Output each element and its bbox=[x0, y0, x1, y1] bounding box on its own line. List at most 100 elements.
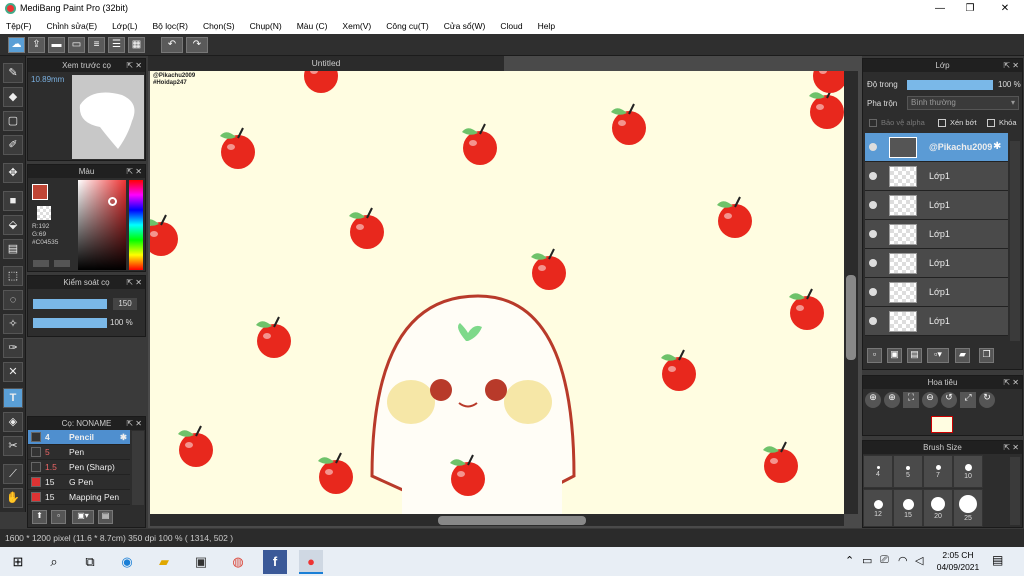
facebook-icon[interactable]: f bbox=[263, 550, 287, 574]
visibility-icon[interactable] bbox=[869, 288, 877, 296]
hand-tool-icon[interactable]: ✋ bbox=[3, 488, 23, 508]
brush-size-option[interactable]: 10 bbox=[953, 455, 983, 488]
text-tool-icon[interactable]: T bbox=[3, 388, 23, 408]
brush-size-slider[interactable] bbox=[33, 299, 107, 309]
saturation-value-picker[interactable] bbox=[78, 180, 126, 270]
brush-size-option[interactable]: 7 bbox=[923, 455, 953, 488]
menu-edit[interactable]: Chỉnh sửa(E) bbox=[47, 21, 98, 31]
document-icon[interactable]: ≡ bbox=[88, 37, 105, 53]
visibility-icon[interactable] bbox=[869, 259, 877, 267]
minimize-button[interactable]: — bbox=[925, 0, 955, 17]
layer-item[interactable]: Lớp1 bbox=[865, 307, 1008, 336]
folder-icon[interactable]: ▰ bbox=[955, 348, 970, 363]
blend-mode-select[interactable]: Bình thường ▾ bbox=[907, 96, 1019, 110]
layer-scrollbar[interactable] bbox=[1010, 141, 1020, 341]
visibility-icon[interactable] bbox=[869, 317, 877, 325]
menu-color[interactable]: Màu (C) bbox=[297, 21, 328, 31]
pen-tool-icon[interactable]: ✐ bbox=[3, 135, 23, 155]
share-icon[interactable]: ⇪ bbox=[28, 37, 45, 53]
rotate-left-icon[interactable]: ↺ bbox=[941, 392, 957, 408]
new-halftone-layer-icon[interactable]: ▣ bbox=[887, 348, 902, 363]
menu-cloud[interactable]: Cloud bbox=[500, 21, 522, 31]
drawing-canvas[interactable]: @Pikachu2009 #Hoidap247 bbox=[150, 71, 844, 514]
panel-close-icon[interactable]: ⇱ ✕ bbox=[1003, 376, 1019, 389]
menu-view[interactable]: Xem(V) bbox=[342, 21, 371, 31]
brush-settings-icon[interactable]: ▤ bbox=[98, 510, 113, 524]
battery-icon[interactable]: ▭ bbox=[862, 554, 872, 567]
divide-tool-icon[interactable]: ✂ bbox=[3, 436, 23, 456]
flip-icon[interactable]: ⤢ bbox=[960, 392, 976, 408]
medibang-taskbar-icon[interactable]: ● bbox=[299, 550, 323, 574]
brush-menu-icon[interactable]: ▣▾ bbox=[72, 510, 94, 524]
store-icon[interactable]: ▣ bbox=[189, 550, 213, 574]
brush-size-option[interactable]: 12 bbox=[863, 489, 893, 527]
brush-size-option[interactable]: 25 bbox=[953, 489, 983, 527]
notification-icon[interactable]: ▤ bbox=[992, 553, 1003, 567]
select-eraser-tool-icon[interactable]: ✕ bbox=[3, 362, 23, 382]
brush-opacity-slider[interactable] bbox=[33, 318, 107, 328]
panel-close-icon[interactable]: ⇱ ✕ bbox=[1003, 441, 1019, 454]
comment-icon[interactable]: ▬ bbox=[48, 37, 65, 53]
panel-close-icon[interactable]: ⇱ ✕ bbox=[126, 165, 142, 178]
edge-browser-icon[interactable]: ◉ bbox=[115, 550, 139, 574]
panel-close-icon[interactable]: ⇱ ✕ bbox=[126, 417, 142, 430]
brush-item[interactable]: 4 Pencil ✱ bbox=[28, 430, 130, 445]
brush-item[interactable]: 15 G Pen bbox=[28, 475, 130, 490]
clipping-checkbox[interactable] bbox=[938, 119, 946, 127]
layer-opacity-slider[interactable] bbox=[907, 80, 993, 90]
color-option-button[interactable] bbox=[54, 260, 70, 267]
menu-window[interactable]: Cửa sổ(W) bbox=[444, 21, 486, 31]
menu-capture[interactable]: Chụp(N) bbox=[250, 21, 282, 31]
menu-tools[interactable]: Công cụ(T) bbox=[386, 21, 429, 31]
panel-close-icon[interactable]: ⇱ ✕ bbox=[126, 59, 142, 72]
brush-size-option[interactable]: 4 bbox=[863, 455, 893, 488]
layer-item[interactable]: Lớp1 bbox=[865, 249, 1008, 278]
color-picker-cursor[interactable] bbox=[108, 197, 117, 206]
visibility-icon[interactable] bbox=[869, 230, 877, 238]
close-button[interactable]: ✕ bbox=[990, 0, 1020, 17]
brush-cloud-icon[interactable]: ⬆ bbox=[32, 510, 47, 524]
eyedropper-tool-icon[interactable]: ⟋ bbox=[3, 464, 23, 484]
protect-alpha-checkbox[interactable] bbox=[869, 119, 877, 127]
select-pen-tool-icon[interactable]: ✑ bbox=[3, 338, 23, 358]
visibility-icon[interactable] bbox=[869, 143, 877, 151]
clock[interactable]: 2:05 CH 04/09/2021 bbox=[936, 549, 980, 573]
navigator-thumbnail[interactable] bbox=[931, 416, 953, 433]
brush-item[interactable]: 15 Mapping Pen bbox=[28, 490, 130, 505]
rect-tool-icon[interactable]: ▢ bbox=[3, 111, 23, 131]
lasso-tool-icon[interactable]: ◌ bbox=[3, 290, 23, 310]
tab-untitled[interactable]: Untitled bbox=[148, 56, 504, 71]
add-brush-icon[interactable]: ▫ bbox=[51, 510, 66, 524]
gear-icon[interactable]: ✱ bbox=[993, 141, 1001, 152]
panel-close-icon[interactable]: ⇱ ✕ bbox=[126, 276, 142, 289]
windows-start-icon[interactable]: ⊞ bbox=[6, 550, 30, 574]
layer-item[interactable]: Lớp1 bbox=[865, 278, 1008, 307]
visibility-icon[interactable] bbox=[869, 172, 877, 180]
eraser-tool-icon[interactable]: ◆ bbox=[3, 87, 23, 107]
menu-select[interactable]: Chọn(S) bbox=[203, 21, 235, 31]
wifi-icon[interactable]: ◠ bbox=[898, 554, 908, 567]
zoom-out-icon[interactable]: ⊖ bbox=[922, 392, 938, 408]
brush-item[interactable]: 5 Pen bbox=[28, 445, 130, 460]
bucket-tool-icon[interactable]: ⬙ bbox=[3, 215, 23, 235]
panel-close-icon[interactable]: ⇱ ✕ bbox=[1003, 59, 1019, 72]
menu-layer[interactable]: Lớp(L) bbox=[112, 21, 137, 31]
layer-menu-icon[interactable]: ▫▾ bbox=[927, 348, 949, 363]
brush-size-option[interactable]: 5 bbox=[893, 455, 923, 488]
chrome-icon[interactable]: ◍ bbox=[226, 550, 250, 574]
menu-file[interactable]: Tệp(F) bbox=[6, 21, 32, 31]
search-icon[interactable]: ⌕ bbox=[42, 550, 66, 574]
list-icon[interactable]: ☰ bbox=[108, 37, 125, 53]
select-tool-icon[interactable]: ⬚ bbox=[3, 266, 23, 286]
gradient-tool-icon[interactable]: ▤ bbox=[3, 239, 23, 259]
volume-icon[interactable]: ◁ bbox=[915, 554, 923, 567]
hue-slider[interactable] bbox=[129, 180, 143, 270]
power-icon[interactable]: ⎚ bbox=[880, 554, 889, 567]
zoom-in-icon[interactable]: ⊕ bbox=[884, 392, 900, 408]
menu-help[interactable]: Help bbox=[538, 21, 555, 31]
layer-item[interactable]: @Pikachu2009 ✱ bbox=[865, 133, 1008, 162]
layer-item[interactable]: Lớp1 bbox=[865, 220, 1008, 249]
move-tool-icon[interactable]: ✥ bbox=[3, 163, 23, 183]
gear-icon[interactable]: ✱ bbox=[120, 432, 127, 443]
brush-size-option[interactable]: 20 bbox=[923, 489, 953, 527]
